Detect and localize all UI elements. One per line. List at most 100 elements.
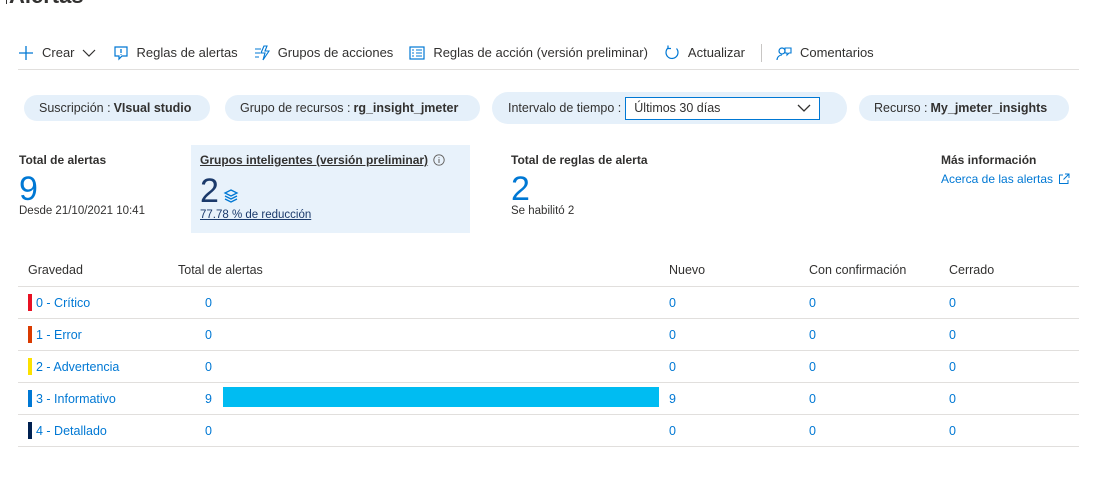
total-alerts-bar <box>223 387 659 407</box>
closed-cell[interactable]: 0 <box>949 415 956 446</box>
action-group-icon <box>254 44 270 60</box>
total-rules-tile: Total de reglas de alerta 2 Se habilitó … <box>511 153 648 217</box>
table-row[interactable]: 0 - Crítico 0 0 0 0 <box>18 287 1079 319</box>
alert-rule-icon <box>113 45 128 60</box>
alert-rules-button[interactable]: Reglas de alertas <box>113 38 238 68</box>
resource-filter-value: My_jmeter_insights <box>930 101 1048 115</box>
acknowledged-cell[interactable]: 0 <box>809 287 816 318</box>
grid-header: Gravedad Total de alertas Nuevo Con conf… <box>18 254 1079 287</box>
total-alerts-cell[interactable]: 0 <box>178 415 223 446</box>
filter-bar: Suscripción : VIsual studio Grupo de rec… <box>24 92 1073 124</box>
severity-cell[interactable]: 2 - Advertencia <box>28 351 119 382</box>
header-new[interactable]: Nuevo <box>669 254 705 286</box>
resource-filter[interactable]: Recurso : My_jmeter_insights <box>859 95 1069 121</box>
severity-color-indicator <box>28 358 32 375</box>
resource-group-filter-value: rg_insight_jmeter <box>353 101 459 115</box>
total-alerts-count: 0 <box>205 327 212 342</box>
feedback-label: Comentarios <box>799 45 874 60</box>
acknowledged-cell[interactable]: 0 <box>809 319 816 350</box>
new-cell[interactable]: 0 <box>669 287 676 318</box>
table-row[interactable]: 1 - Error 0 0 0 0 <box>18 319 1079 351</box>
action-rule-icon <box>409 45 425 60</box>
action-groups-label: Grupos de acciones <box>277 45 394 60</box>
severity-color-indicator <box>28 326 32 343</box>
time-range-value: Últimos 30 días <box>634 101 721 115</box>
header-total-alerts[interactable]: Total de alertas <box>178 254 263 286</box>
smart-groups-label: Grupos inteligentes (versión preliminar) <box>200 153 461 167</box>
new-cell[interactable]: 0 <box>669 319 676 350</box>
acknowledged-cell[interactable]: 0 <box>809 351 816 382</box>
smart-groups-tile[interactable]: Grupos inteligentes (versión preliminar)… <box>191 145 470 233</box>
severity-label: 2 - Advertencia <box>36 359 120 374</box>
closed-cell[interactable]: 0 <box>949 351 956 382</box>
severity-cell[interactable]: 4 - Detallado <box>28 415 107 446</box>
external-link-icon <box>1059 173 1070 184</box>
smart-groups-reduction[interactable]: 77.78 % de reducción <box>200 209 461 221</box>
severity-cell[interactable]: 3 - Informativo <box>28 383 116 414</box>
refresh-icon <box>665 45 679 59</box>
about-alerts-link[interactable]: Acerca de las alertas <box>941 172 1070 186</box>
create-button[interactable]: Crear <box>18 38 97 68</box>
time-range-dropdown[interactable]: Últimos 30 días <box>625 96 821 120</box>
table-row[interactable]: 3 - Informativo 9 9 0 0 <box>18 383 1079 415</box>
new-cell[interactable]: 0 <box>669 415 676 446</box>
severity-label: 4 - Detallado <box>36 423 107 438</box>
refresh-button[interactable]: Actualizar <box>664 38 745 68</box>
action-groups-button[interactable]: Grupos de acciones <box>254 38 394 68</box>
total-rules-enabled: Se habilitó 2 <box>511 205 575 217</box>
severity-color-indicator <box>28 294 32 311</box>
table-row[interactable]: 4 - Detallado 0 0 0 0 <box>18 415 1079 447</box>
alert-rules-label: Reglas de alertas <box>136 45 238 60</box>
action-rules-button[interactable]: Reglas de acción (versión preliminar) <box>409 38 648 68</box>
info-icon[interactable] <box>433 154 445 166</box>
feedback-button[interactable]: Comentarios <box>776 38 874 68</box>
header-closed[interactable]: Cerrado <box>949 254 994 286</box>
closed-cell[interactable]: 0 <box>949 383 956 414</box>
total-alerts-label: Total de alertas <box>19 153 107 167</box>
total-alerts-tile: Total de alertas 9 Desde 21/10/2021 10:4… <box>19 153 145 217</box>
time-range-filter: Intervalo de tiempo : Últimos 30 días <box>492 92 847 124</box>
total-rules-label: Total de reglas de alerta <box>511 153 648 167</box>
acknowledged-cell[interactable]: 0 <box>809 415 816 446</box>
closed-cell[interactable]: 0 <box>949 319 956 350</box>
severity-label: 1 - Error <box>36 327 82 342</box>
action-rules-label: Reglas de acción (versión preliminar) <box>433 45 648 60</box>
new-cell[interactable]: 9 <box>669 383 676 414</box>
header-acknowledged[interactable]: Con confirmación <box>809 254 906 286</box>
layers-icon <box>223 189 239 203</box>
total-alerts-value: 9 <box>19 170 38 208</box>
plus-icon <box>19 45 33 60</box>
acknowledged-cell[interactable]: 0 <box>809 383 816 414</box>
smart-groups-value: 2 <box>200 172 219 210</box>
table-row[interactable]: 2 - Advertencia 0 0 0 0 <box>18 351 1079 383</box>
total-alerts-count: 9 <box>205 391 212 406</box>
header-severity[interactable]: Gravedad <box>28 254 83 286</box>
total-alerts-count: 0 <box>205 295 212 310</box>
total-alerts-since: Desde 21/10/2021 10:41 <box>19 205 145 217</box>
severity-color-indicator <box>28 422 32 439</box>
closed-cell[interactable]: 0 <box>949 287 956 318</box>
feedback-icon <box>776 46 792 60</box>
severity-cell[interactable]: 1 - Error <box>28 319 82 350</box>
page-title-text: Alertas <box>9 0 84 8</box>
create-label: Crear <box>42 45 75 60</box>
severity-label: 3 - Informativo <box>36 391 116 406</box>
time-range-filter-label: Intervalo de tiempo : <box>508 101 622 115</box>
new-cell[interactable]: 0 <box>669 351 676 382</box>
total-alerts-cell[interactable]: 0 <box>178 319 223 350</box>
total-alerts-cell[interactable]: 9 <box>178 383 223 414</box>
severity-color-indicator <box>28 390 32 407</box>
total-alerts-count: 0 <box>205 423 212 438</box>
resource-group-filter[interactable]: Grupo de recursos : rg_insight_jmeter <box>225 95 480 121</box>
more-info-label: Más información <box>941 153 1037 167</box>
total-alerts-cell[interactable]: 0 <box>178 287 223 318</box>
severity-cell[interactable]: 0 - Crítico <box>28 287 90 318</box>
total-rules-value: 2 <box>511 170 530 208</box>
chevron-down-icon <box>797 104 811 112</box>
subscription-filter[interactable]: Suscripción : VIsual studio <box>24 95 210 121</box>
total-alerts-cell[interactable]: 0 <box>178 351 223 382</box>
resource-group-filter-label: Grupo de recursos : <box>240 101 351 115</box>
smart-groups-link[interactable]: Grupos inteligentes (versión preliminar) <box>200 153 428 167</box>
grid-body: 0 - Crítico 0 0 0 0 1 - Error 0 0 0 0 2 - Adverten… <box>18 287 1079 447</box>
command-bar: Crear Reglas de alertas Grupos de accion… <box>18 36 1079 70</box>
